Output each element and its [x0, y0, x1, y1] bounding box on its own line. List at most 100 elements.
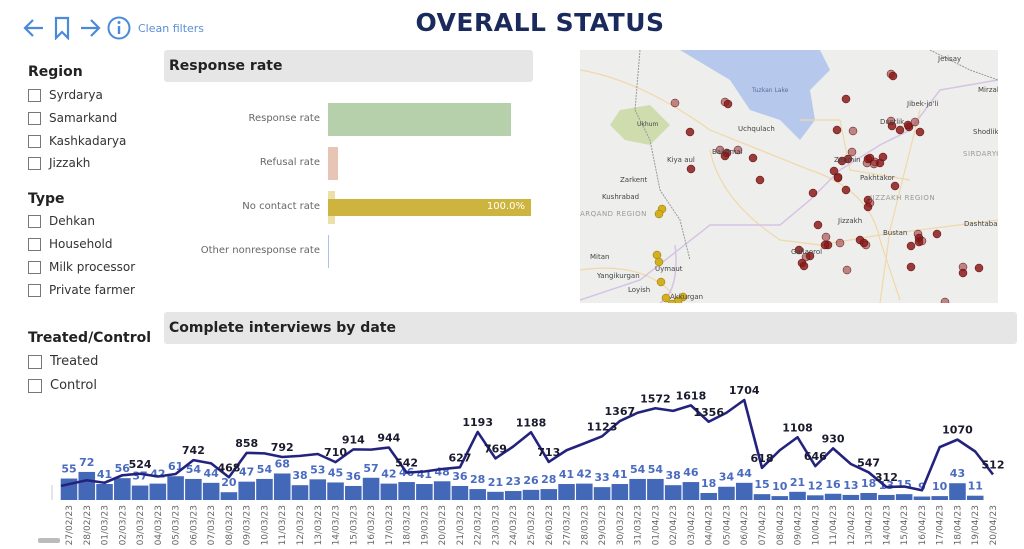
map-marker[interactable] — [917, 236, 927, 246]
map-marker[interactable] — [890, 181, 900, 191]
bar[interactable] — [878, 494, 895, 500]
bar[interactable] — [842, 494, 860, 500]
bar[interactable] — [647, 478, 664, 500]
map-marker[interactable] — [654, 209, 664, 219]
map-marker[interactable] — [670, 98, 680, 108]
region-option-kashkadarya[interactable]: Kashkadarya — [28, 134, 126, 148]
bar[interactable] — [487, 491, 504, 500]
bar[interactable] — [753, 494, 771, 500]
bar[interactable] — [291, 485, 309, 500]
checkbox[interactable] — [28, 88, 41, 102]
region-option-samarkand[interactable]: Samarkand — [28, 111, 117, 125]
map-marker[interactable] — [847, 147, 857, 157]
map-marker[interactable] — [958, 268, 968, 278]
bar[interactable] — [167, 476, 184, 500]
map-marker[interactable] — [940, 297, 950, 303]
map-marker[interactable] — [906, 262, 916, 272]
map-marker[interactable] — [842, 265, 852, 275]
bar[interactable] — [149, 483, 167, 500]
refusal-rate-bar[interactable] — [328, 147, 339, 180]
bar[interactable] — [522, 489, 540, 500]
bar[interactable] — [682, 482, 700, 500]
no-contact-rate-bar[interactable]: 100.0% — [328, 199, 531, 216]
bar[interactable] — [629, 478, 646, 500]
map-marker[interactable] — [723, 99, 733, 109]
type-option-household[interactable]: Household — [28, 237, 113, 251]
bar[interactable] — [309, 479, 327, 500]
response-rate-bar[interactable] — [328, 103, 511, 136]
bar[interactable] — [593, 487, 611, 500]
map-marker[interactable] — [915, 127, 925, 137]
checkbox[interactable] — [28, 260, 41, 274]
map[interactable]: Jetisay Mirzak Tuzkan Lake Jibek-jo'li U… — [580, 50, 998, 303]
map-marker[interactable] — [832, 125, 842, 135]
bar[interactable] — [895, 494, 913, 500]
bar[interactable] — [700, 492, 717, 500]
map-marker[interactable] — [833, 173, 843, 183]
bar[interactable] — [238, 481, 255, 500]
bar[interactable] — [451, 485, 469, 500]
other-nonresponse-rate-bar[interactable] — [328, 235, 329, 268]
bar[interactable] — [114, 478, 131, 500]
bar[interactable] — [380, 483, 398, 500]
map-marker[interactable] — [835, 238, 845, 248]
bar[interactable] — [807, 495, 824, 500]
bar[interactable] — [398, 482, 415, 500]
bar[interactable] — [416, 484, 433, 500]
map-marker[interactable] — [808, 188, 818, 198]
bar[interactable] — [966, 495, 984, 500]
bar[interactable] — [362, 477, 380, 500]
bar[interactable] — [824, 493, 842, 500]
region-option-syrdarya[interactable]: Syrdarya — [28, 88, 103, 102]
bar[interactable] — [664, 485, 682, 500]
bar[interactable] — [78, 471, 96, 500]
map-marker[interactable] — [685, 127, 695, 137]
bar[interactable] — [735, 482, 753, 500]
map-marker[interactable] — [848, 126, 858, 136]
map-marker[interactable] — [799, 261, 809, 271]
bar[interactable] — [789, 491, 806, 500]
map-marker[interactable] — [813, 220, 823, 230]
bar[interactable] — [327, 482, 344, 500]
bar[interactable] — [771, 496, 789, 500]
checkbox[interactable] — [28, 283, 41, 297]
map-marker[interactable] — [686, 164, 696, 174]
bar[interactable] — [576, 483, 593, 500]
bar[interactable] — [185, 478, 202, 500]
bar[interactable] — [256, 478, 273, 500]
bar[interactable] — [96, 484, 113, 500]
map-marker[interactable] — [888, 71, 898, 81]
checkbox[interactable] — [28, 111, 41, 125]
bar[interactable] — [131, 485, 149, 500]
map-marker[interactable] — [932, 229, 942, 239]
bar[interactable] — [611, 484, 629, 500]
bar[interactable] — [913, 496, 931, 500]
map-marker[interactable] — [755, 175, 765, 185]
map-marker[interactable] — [974, 263, 984, 273]
map-marker[interactable] — [829, 166, 839, 176]
map-marker[interactable] — [861, 240, 871, 250]
bar[interactable] — [540, 489, 558, 500]
map-marker[interactable] — [748, 153, 758, 163]
checkbox[interactable] — [28, 237, 41, 251]
type-option-dehkan[interactable]: Dehkan — [28, 214, 95, 228]
region-option-jizzakh[interactable]: Jizzakh — [28, 156, 90, 170]
map-marker[interactable] — [903, 120, 913, 130]
bar[interactable] — [504, 491, 522, 500]
bar[interactable] — [345, 485, 362, 500]
map-marker[interactable] — [841, 185, 851, 195]
checkbox[interactable] — [28, 134, 41, 148]
bar[interactable] — [469, 489, 486, 500]
bar[interactable] — [558, 484, 575, 500]
horizontal-scrollbar[interactable] — [38, 538, 60, 543]
bar[interactable] — [949, 483, 966, 500]
map-marker[interactable] — [656, 277, 666, 287]
map-marker[interactable] — [869, 159, 879, 169]
map-marker[interactable] — [841, 94, 851, 104]
bar[interactable] — [433, 481, 451, 500]
type-option-private-farmer[interactable]: Private farmer — [28, 283, 135, 297]
map-marker[interactable] — [878, 152, 888, 162]
checkbox[interactable] — [28, 214, 41, 228]
checkbox[interactable] — [28, 156, 41, 170]
map-marker[interactable] — [661, 293, 671, 303]
